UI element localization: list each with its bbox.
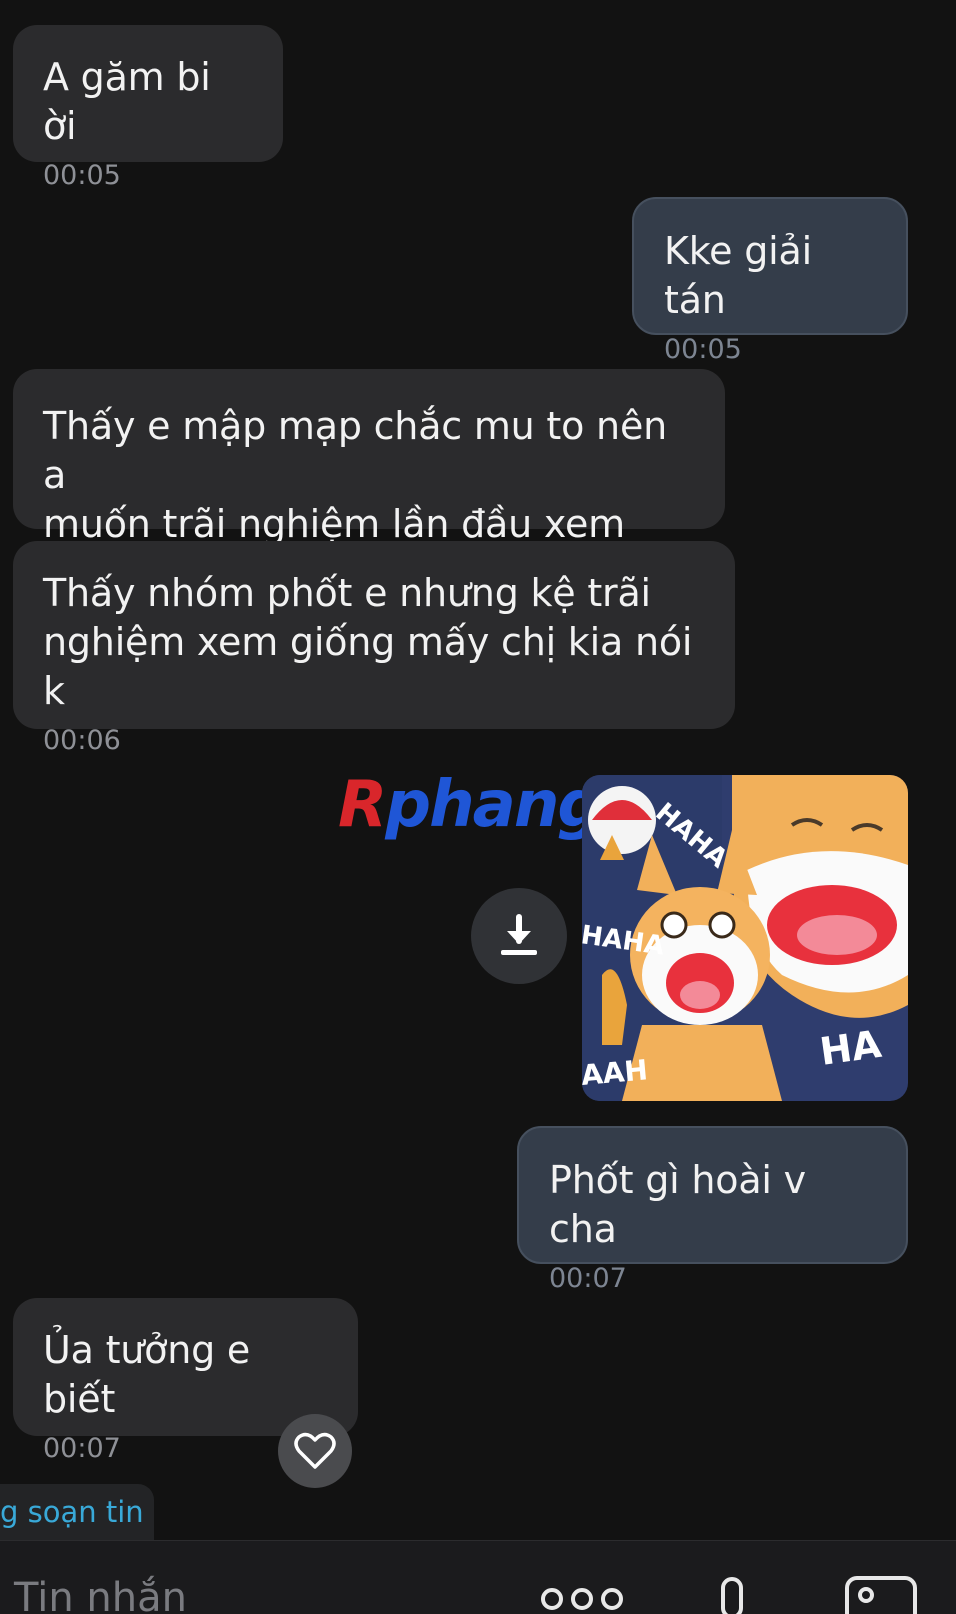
message-composer: Tin nhắn: [0, 1540, 956, 1614]
message-bubble-incoming[interactable]: A găm bi ời 00:05: [13, 25, 283, 191]
sticker-text: HA: [817, 1022, 884, 1074]
watermark-letter: R: [338, 768, 387, 842]
sticker-art: HAHA HAHA HA AAH: [582, 775, 908, 1101]
message-bubble-incoming[interactable]: Thấy nhóm phốt e nhưng kệ trãi nghiệm xe…: [13, 541, 735, 756]
microphone-icon[interactable]: [710, 1577, 754, 1614]
image-icon[interactable]: [844, 1575, 918, 1614]
message-bubble-outgoing[interactable]: Phốt gì hoài v cha 00:07: [517, 1126, 908, 1294]
sticker-text: AAH: [582, 1053, 649, 1092]
watermark-text: phang: [385, 768, 603, 842]
message-text: A găm bi ời: [43, 55, 211, 148]
more-dots-icon[interactable]: [540, 1581, 624, 1611]
message-time: 00:07: [549, 1263, 627, 1294]
message-text: Thấy nhóm phốt e nhưng kệ trãi nghiệm xe…: [43, 571, 693, 713]
message-bubble-incoming[interactable]: Thấy e mập mạp chắc mu to nên a muốn trã…: [13, 369, 725, 595]
message-input[interactable]: Tin nhắn: [14, 1575, 187, 1614]
message-text: Ủa tưởng e biết: [43, 1328, 251, 1421]
message-time: 00:05: [43, 160, 121, 191]
download-button[interactable]: [471, 888, 567, 984]
watermark-logo: Rphang: [338, 768, 603, 842]
message-time: 00:06: [43, 725, 121, 756]
message-time: 00:05: [664, 334, 742, 365]
heart-icon: [294, 1432, 336, 1469]
download-icon: [501, 914, 537, 955]
message-text: Kke giải tán: [664, 229, 812, 322]
message-bubble-outgoing[interactable]: Kke giải tán 00:05: [632, 197, 908, 365]
sticker-image[interactable]: HAHA HAHA HA AAH: [582, 775, 908, 1101]
typing-indicator: g soạn tin: [0, 1484, 154, 1540]
react-heart-button[interactable]: [278, 1414, 352, 1488]
message-text: Phốt gì hoài v cha: [549, 1158, 806, 1251]
